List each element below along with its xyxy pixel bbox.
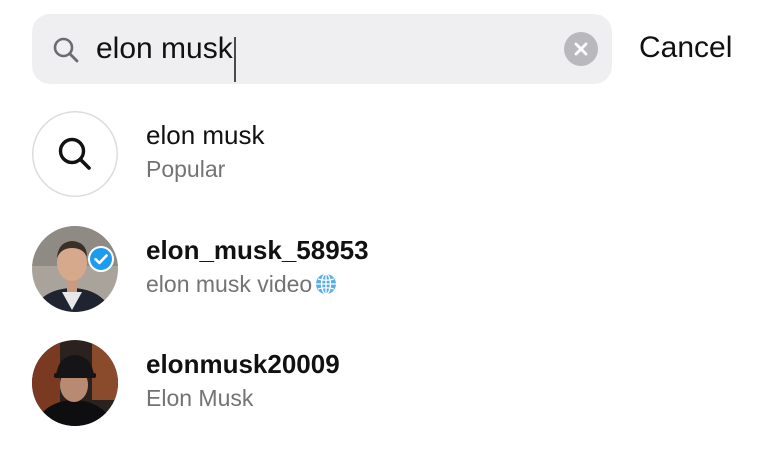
- account-username: elonmusk20009: [146, 349, 340, 379]
- clear-search-button[interactable]: [564, 32, 598, 66]
- avatar[interactable]: [32, 226, 118, 312]
- account-fullname-text: elon musk video: [146, 271, 313, 297]
- profile-photo: [32, 340, 118, 426]
- account-fullname: Elon Musk: [146, 385, 254, 411]
- suggestion-subtitle: Popular: [146, 156, 226, 182]
- text-caret: [234, 37, 236, 82]
- search-bar[interactable]: elon musk: [32, 14, 612, 84]
- verified-badge-icon: [88, 246, 114, 272]
- cancel-button[interactable]: Cancel: [639, 30, 732, 66]
- avatar[interactable]: [32, 340, 118, 426]
- account-row[interactable]: elon_musk_58953 elon musk video: [32, 226, 732, 316]
- close-icon: [574, 42, 588, 56]
- account-fullname: elon musk video: [146, 270, 338, 298]
- search-icon: [58, 137, 91, 170]
- globe-icon: [316, 273, 337, 295]
- suggestion-title: elon musk: [146, 120, 265, 150]
- account-row[interactable]: elonmusk20009 Elon Musk: [32, 340, 732, 430]
- search-suggestion-icon-circle: [32, 111, 118, 197]
- search-input[interactable]: elon musk: [96, 31, 233, 67]
- search-icon: [53, 37, 79, 63]
- search-suggestion-row[interactable]: elon musk Popular: [32, 111, 732, 201]
- account-username: elon_musk_58953: [146, 235, 369, 265]
